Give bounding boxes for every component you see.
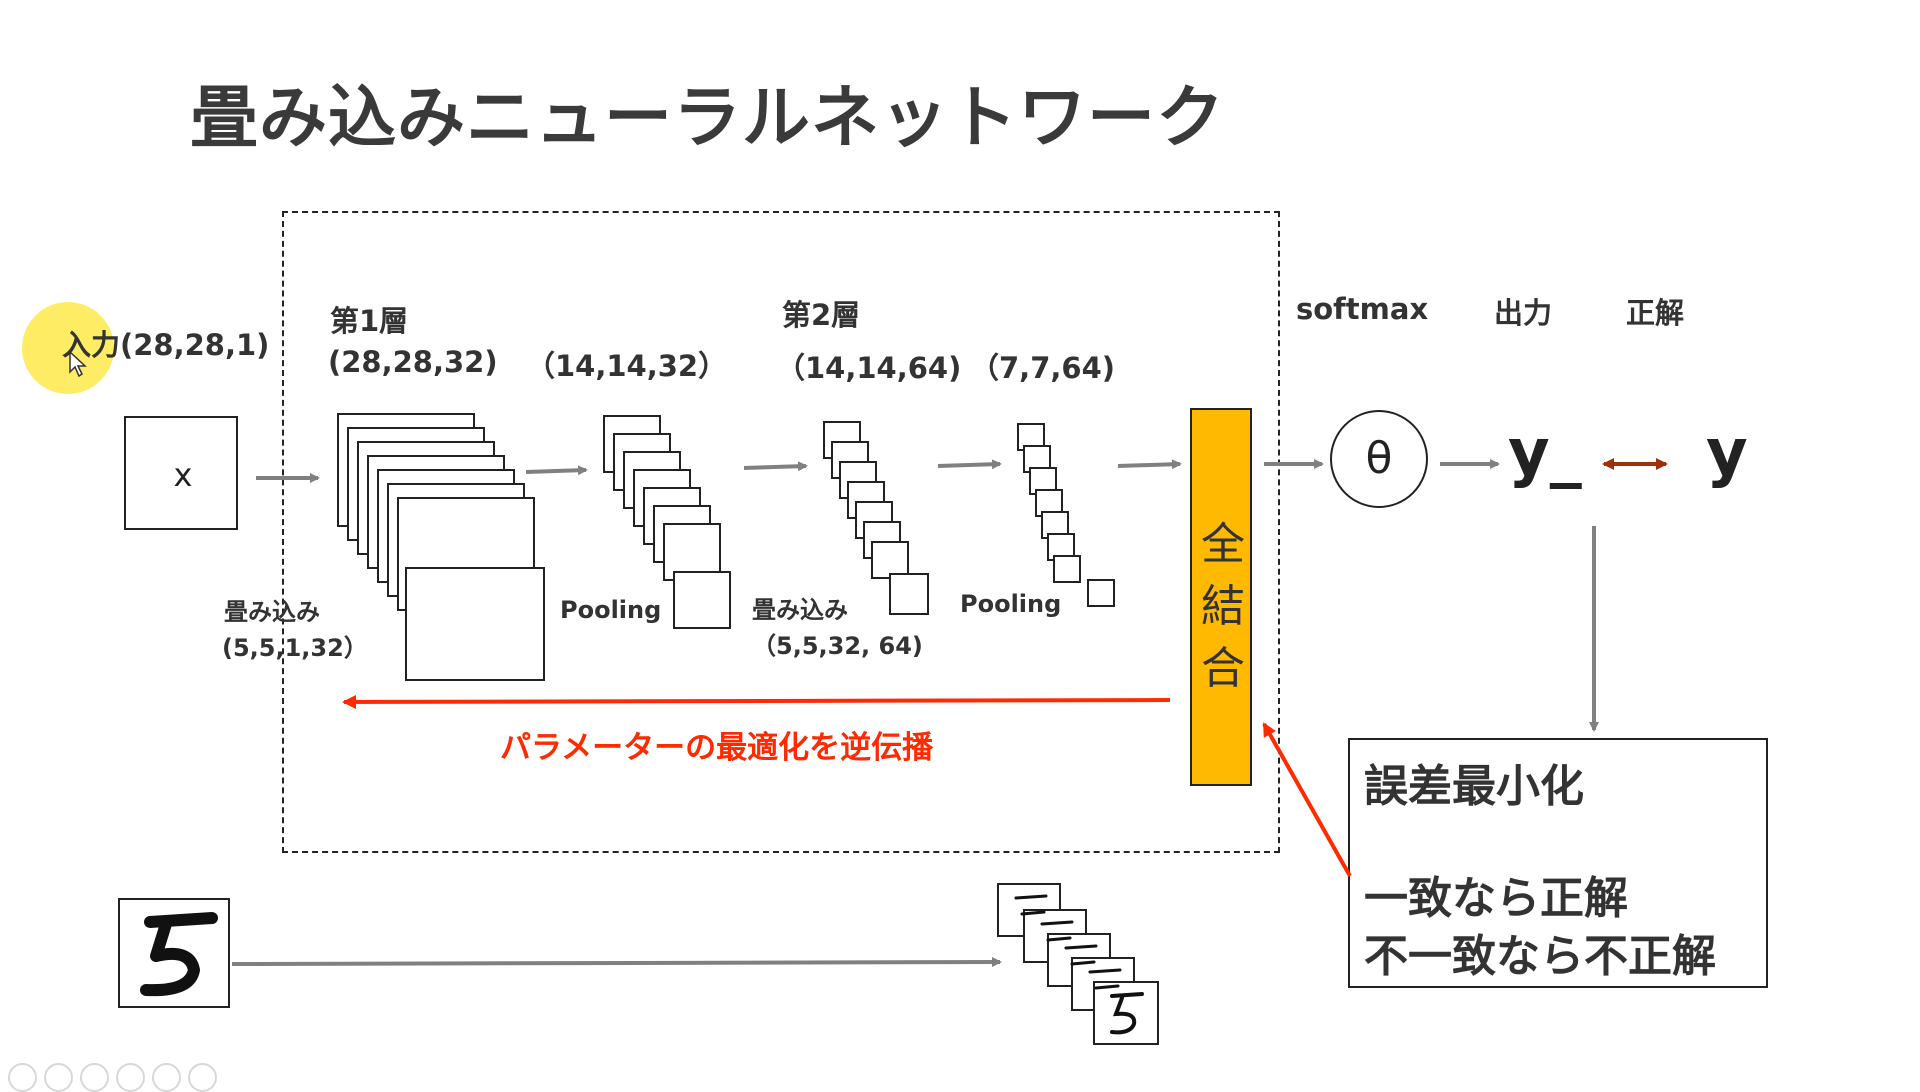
zoom-icon[interactable] [152, 1063, 181, 1092]
backprop-arrow [342, 694, 1171, 709]
diagram-graphics [69, 350, 1668, 1045]
pool1-feature-maps [603, 415, 731, 629]
error-to-fc-arrow [1262, 722, 1352, 877]
mouse-pointer-icon [69, 350, 87, 378]
prev-slide-icon[interactable] [8, 1063, 37, 1092]
conv2-feature-maps [823, 421, 929, 615]
next-slide-icon[interactable] [44, 1063, 73, 1092]
pen-icon[interactable] [80, 1063, 109, 1092]
slides-overview-icon[interactable] [116, 1063, 145, 1092]
more-options-icon[interactable] [188, 1063, 217, 1092]
pool2-feature-maps [1017, 423, 1115, 607]
conv1-feature-maps [337, 413, 545, 681]
